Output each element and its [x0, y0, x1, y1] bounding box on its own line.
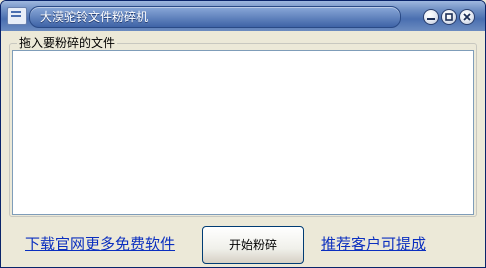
app-icon[interactable] [7, 7, 27, 25]
download-more-link[interactable]: 下载官网更多免费软件 [25, 235, 175, 253]
referral-link[interactable]: 推荐客户可提成 [321, 235, 426, 253]
title-bar[interactable]: 大漠驼铃文件粉碎机 [1, 1, 485, 31]
window-title: 大漠驼铃文件粉碎机 [40, 10, 149, 24]
start-shred-button[interactable]: 开始粉碎 [202, 226, 304, 264]
title-pill: 大漠驼铃文件粉碎机 [29, 6, 401, 28]
app-window: 大漠驼铃文件粉碎机 拖入要粉碎的文件 下载官网更多免费软件 开始粉碎 推荐客户可… [0, 0, 486, 268]
close-button[interactable] [459, 9, 475, 25]
close-icon [463, 13, 471, 21]
drop-group-label: 拖入要粉碎的文件 [17, 36, 118, 50]
restore-button[interactable] [441, 9, 457, 25]
minimize-button[interactable] [423, 9, 439, 25]
minimize-icon [427, 18, 435, 20]
file-drop-area[interactable] [12, 50, 474, 215]
restore-icon [445, 13, 453, 21]
